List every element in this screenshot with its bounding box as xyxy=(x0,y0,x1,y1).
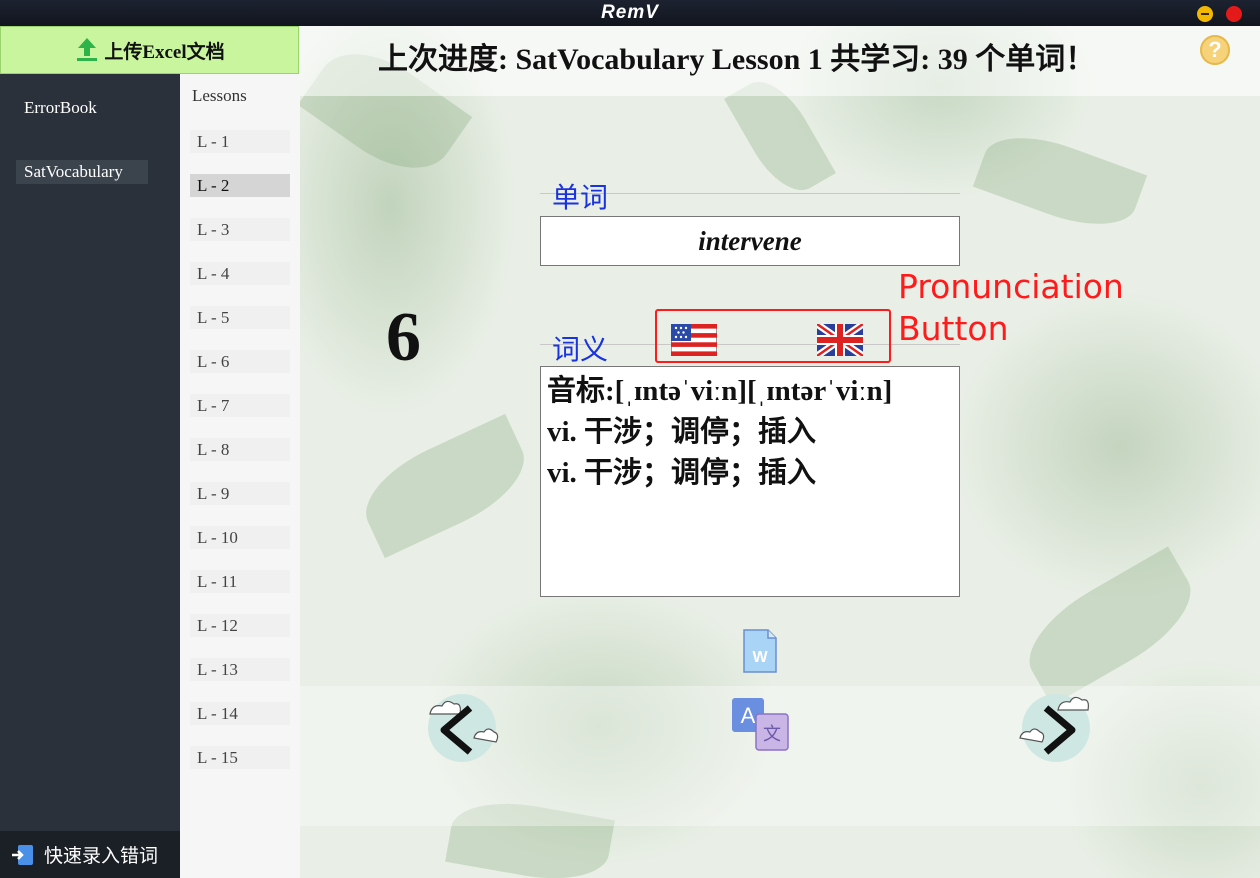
lesson-item[interactable]: L - 12 xyxy=(190,614,290,637)
progress-text: 上次进度: SatVocabulary Lesson 1 共学习: 39 个单词… xyxy=(378,43,1096,76)
lesson-item[interactable]: L - 14 xyxy=(190,702,290,725)
lesson-item[interactable]: L - 9 xyxy=(190,482,290,505)
meaning-label: 词义 xyxy=(552,335,609,366)
book-label: SatVocabulary xyxy=(24,162,123,181)
lesson-item[interactable]: L - 8 xyxy=(190,438,290,461)
definition-line: vi. 干涉；调停；插入 xyxy=(547,416,817,448)
close-button[interactable] xyxy=(1226,6,1242,22)
help-icon[interactable]: ? xyxy=(1200,35,1230,65)
upload-icon xyxy=(77,38,98,61)
lesson-item[interactable]: L - 10 xyxy=(190,526,290,549)
lesson-item[interactable]: L - 3 xyxy=(190,218,290,241)
book-item-errorbook[interactable]: ErrorBook xyxy=(16,96,105,120)
upload-excel-button[interactable]: 上传Excel文档 xyxy=(0,26,299,74)
word-label: 单词 xyxy=(552,183,609,214)
quick-entry-button[interactable]: 快速录入错词 xyxy=(0,831,180,878)
quick-entry-label: 快速录入错词 xyxy=(44,846,159,867)
word-document-icon[interactable]: W xyxy=(740,628,780,674)
word-display: intervene xyxy=(540,216,960,266)
lessons-panel: Lessons L - 1 L - 2 L - 3 L - 4 L - 5 L … xyxy=(180,74,300,878)
lesson-item[interactable]: L - 11 xyxy=(190,570,290,593)
lesson-item[interactable]: L - 5 xyxy=(190,306,290,329)
window-title: RemV xyxy=(601,2,659,23)
upload-label: 上传Excel文档 xyxy=(104,41,225,63)
quick-entry-icon xyxy=(12,844,33,865)
translate-icon[interactable]: A 文 xyxy=(730,696,790,754)
book-label: ErrorBook xyxy=(24,98,97,117)
lessons-title: Lessons xyxy=(192,86,247,105)
leaf-decoration xyxy=(1012,546,1208,706)
sidebar xyxy=(0,26,180,878)
us-flag-icon[interactable] xyxy=(671,324,717,356)
lesson-item[interactable]: L - 6 xyxy=(190,350,290,373)
definition-line: vi. 干涉；调停；插入 xyxy=(547,457,817,489)
book-item-satvocabulary[interactable]: SatVocabulary xyxy=(16,160,148,184)
lesson-item[interactable]: L - 2 xyxy=(190,174,290,197)
svg-text:W: W xyxy=(752,649,768,666)
svg-text:A: A xyxy=(741,703,756,728)
lesson-item[interactable]: L - 7 xyxy=(190,394,290,417)
lesson-item[interactable]: L - 1 xyxy=(190,130,290,153)
leaf-decoration xyxy=(972,120,1148,242)
annotation-line: Pronunciation xyxy=(898,267,1124,306)
prev-word-button[interactable] xyxy=(422,686,502,766)
lesson-item[interactable]: L - 15 xyxy=(190,746,290,769)
next-word-button[interactable] xyxy=(1016,686,1096,766)
uk-flag-icon[interactable] xyxy=(817,324,863,356)
svg-text:文: 文 xyxy=(763,724,781,745)
progress-header: 上次进度: SatVocabulary Lesson 1 共学习: 39 个单词… xyxy=(300,26,1260,96)
word-index: 6 xyxy=(386,299,421,376)
definition-box: 音标:[ˌɪntəˈviːn][ˌɪntərˈviːn] vi. 干涉；调停；插… xyxy=(540,366,960,597)
leaf-decoration xyxy=(351,413,539,559)
main-panel: 上次进度: SatVocabulary Lesson 1 共学习: 39 个单词… xyxy=(300,26,1260,878)
phonetic-line: 音标:[ˌɪntəˈviːn][ˌɪntərˈviːn] xyxy=(547,375,893,407)
lesson-item[interactable]: L - 13 xyxy=(190,658,290,681)
pronunciation-annotation: Pronunciation Button xyxy=(898,266,1124,350)
minimize-button[interactable] xyxy=(1197,6,1213,22)
title-bar: RemV xyxy=(0,0,1260,26)
annotation-line: Button xyxy=(898,309,1009,348)
lesson-item[interactable]: L - 4 xyxy=(190,262,290,285)
